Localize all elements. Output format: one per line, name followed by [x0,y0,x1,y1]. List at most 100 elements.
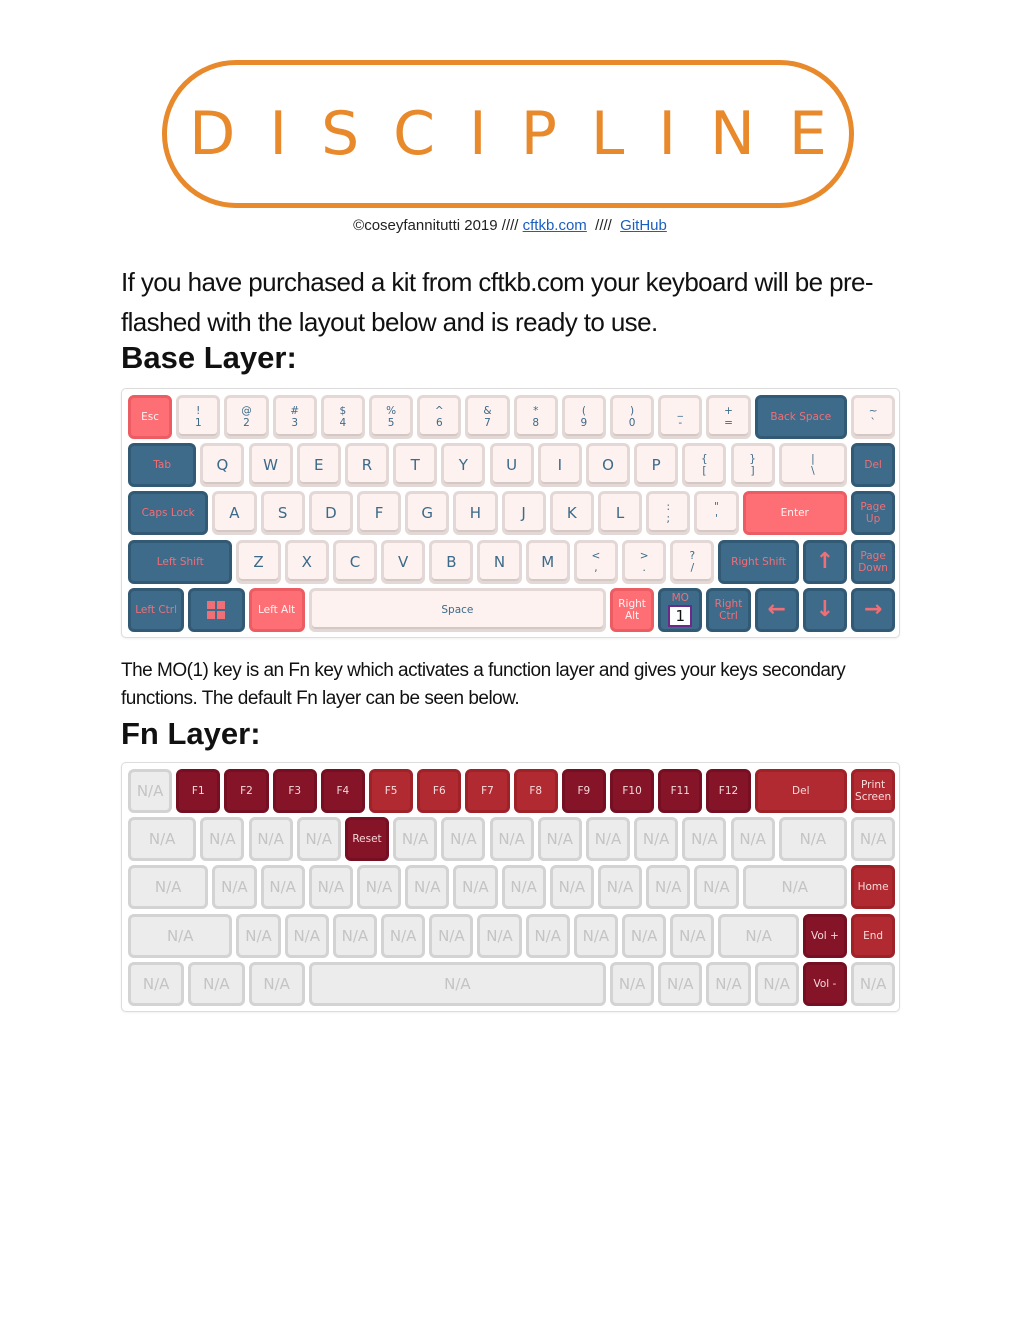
key-page-down[interactable]: Page Down [851,539,896,584]
key-n-a[interactable]: N/A [634,817,679,862]
key-f1[interactable]: F1 [176,769,221,813]
key-right-shift[interactable]: Right Shift [718,539,799,584]
key-n-a[interactable]: N/A [381,913,426,958]
key-n-a[interactable]: N/A [296,817,341,862]
key-f6[interactable]: F6 [417,769,462,813]
key-key[interactable]: ~ ` [851,395,896,439]
key-page-up[interactable]: Page Up [851,491,896,536]
key-n-a[interactable]: N/A [658,961,703,1006]
key-n-a[interactable]: N/A [778,817,847,862]
key-8[interactable]: * 8 [513,395,558,439]
key-arrow-down[interactable]: ↓ [802,587,847,632]
key-n-a[interactable]: N/A [573,913,619,958]
key-arrow-right[interactable]: → [851,587,896,632]
key-o[interactable]: O [585,443,631,488]
key-d[interactable]: D [308,491,353,536]
key-t[interactable]: T [393,443,438,488]
key-n-a[interactable]: N/A [585,817,631,862]
key-del[interactable]: Del [754,769,847,813]
key-right-ctrl[interactable]: Right Ctrl [706,587,751,632]
key-6[interactable]: ^ 6 [417,395,462,439]
key-n-a[interactable]: N/A [200,817,245,862]
key-vol[interactable]: Vol + [802,913,847,958]
key-f11[interactable]: F11 [658,769,703,813]
key-m[interactable]: M [525,539,570,584]
key-0[interactable]: ) 0 [610,395,655,439]
key-n-a[interactable]: N/A [248,817,293,862]
key-i[interactable]: I [537,443,582,488]
key-c[interactable]: C [332,539,378,584]
key-n-a[interactable]: N/A [706,961,751,1006]
key-v[interactable]: V [381,539,426,584]
key-n-a[interactable]: N/A [308,865,353,910]
key-n-a[interactable]: N/A [236,913,281,958]
key-n-a[interactable]: N/A [718,913,799,958]
key-key[interactable]: | \ [778,443,847,488]
key-n-a[interactable]: N/A [549,865,594,910]
key-n-a[interactable]: N/A [356,865,402,910]
key-z[interactable]: Z [236,539,281,584]
key-key[interactable]: ? / [670,539,715,584]
key-esc[interactable]: Esc [128,395,173,439]
key-n-a[interactable]: N/A [489,817,534,862]
key-del[interactable]: Del [851,443,896,488]
key-s[interactable]: S [260,491,305,536]
key-a[interactable]: A [212,491,257,536]
key-k[interactable]: K [549,491,594,536]
key-n[interactable]: N [477,539,522,584]
key-n-a[interactable]: N/A [441,817,486,862]
key-l[interactable]: L [597,491,643,536]
key-n-a[interactable]: N/A [851,817,896,862]
key-n-a[interactable]: N/A [682,817,727,862]
key-f3[interactable]: F3 [272,769,317,813]
key-9[interactable]: (9 [561,395,606,439]
key-tab[interactable]: Tab [128,443,197,488]
key-n-a[interactable]: N/A [429,913,474,958]
key-key[interactable]: {[ [682,443,727,488]
key-left-ctrl[interactable]: Left Ctrl [128,587,185,632]
key-n-a[interactable]: N/A [646,865,691,910]
key-f9[interactable]: F9 [561,769,606,813]
key-key[interactable]: _ - [658,395,703,439]
key-g[interactable]: G [405,491,450,536]
key-vol[interactable]: Vol - [802,961,847,1006]
key-7[interactable]: & 7 [465,395,510,439]
key-2[interactable]: @2 [224,395,269,439]
key-n-a[interactable]: N/A [754,961,799,1006]
key-q[interactable]: Q [200,443,245,488]
key-f2[interactable]: F2 [224,769,269,813]
key-left-alt[interactable]: Left Alt [248,587,305,632]
key-home[interactable]: Home [851,865,896,910]
key-n-a[interactable]: N/A [128,769,173,813]
key-w[interactable]: W [248,443,293,488]
key-enter[interactable]: Enter [742,491,847,536]
key-n-a[interactable]: N/A [284,913,329,958]
key-n-a[interactable]: N/A [525,913,570,958]
key-n-a[interactable]: N/A [260,865,305,910]
key-n-a[interactable]: N/A [730,817,775,862]
key-r[interactable]: R [344,443,390,488]
key-space[interactable]: Space [308,587,606,632]
key-reset[interactable]: Reset [344,817,390,862]
key-h[interactable]: H [453,491,498,536]
key-f10[interactable]: F10 [610,769,655,813]
cftkb-link[interactable]: cftkb.com [523,217,587,234]
key-n-a[interactable]: N/A [393,817,438,862]
key-n-a[interactable]: N/A [188,961,245,1006]
key-n-a[interactable]: N/A [332,913,378,958]
key-3[interactable]: #3 [272,395,317,439]
key-y[interactable]: Y [441,443,486,488]
key-n-a[interactable]: N/A [477,913,522,958]
key-n-a[interactable]: N/A [537,817,582,862]
key-p[interactable]: P [634,443,679,488]
key-print-screen[interactable]: Print Screen [851,769,896,813]
key-n-a[interactable]: N/A [694,865,739,910]
key-f12[interactable]: F12 [706,769,751,813]
key-j[interactable]: J [501,491,546,536]
key-4[interactable]: $4 [320,395,365,439]
key-caps-lock[interactable]: Caps Lock [128,491,209,536]
key-back-space[interactable]: Back Space [754,395,847,439]
key-n-a[interactable]: N/A [851,961,896,1006]
key-n-a[interactable]: N/A [308,961,606,1006]
key-key[interactable]: " ' [694,491,739,536]
